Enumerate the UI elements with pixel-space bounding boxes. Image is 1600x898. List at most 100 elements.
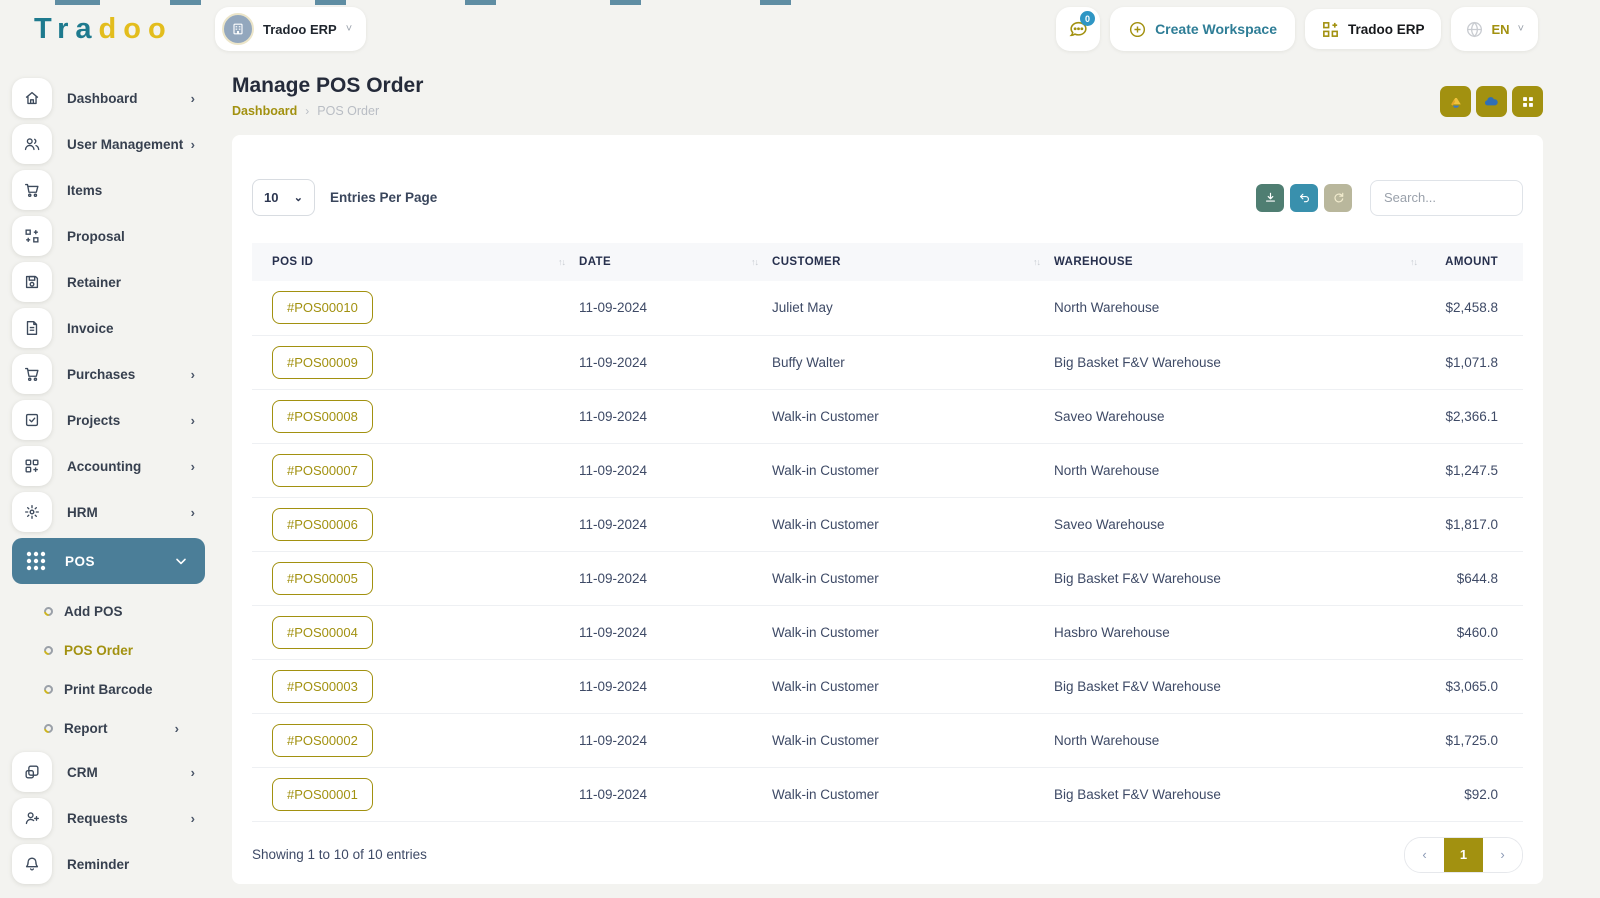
column-header-date[interactable]: DATE <box>579 256 611 268</box>
date-cell: 11-09-2024 <box>579 497 772 552</box>
chat-badge: 0 <box>1080 11 1096 26</box>
refresh-button[interactable] <box>1324 183 1352 212</box>
date-cell: 11-09-2024 <box>579 389 772 444</box>
chevron-right-icon: › <box>190 810 195 826</box>
customer-cell: Walk-in Customer <box>772 605 1054 660</box>
sidebar-subitem-report[interactable]: Report › <box>0 709 215 748</box>
undo-button[interactable] <box>1290 183 1318 212</box>
customer-cell: Walk-in Customer <box>772 551 1054 606</box>
page-number-button[interactable]: 1 <box>1444 837 1483 872</box>
sidebar-item-items[interactable]: Items <box>0 170 215 210</box>
pos-id-badge[interactable]: #POS00008 <box>272 399 373 433</box>
customer-cell: Walk-in Customer <box>772 443 1054 498</box>
chevron-right-icon: › <box>174 721 179 736</box>
chevron-right-icon: › <box>190 504 195 520</box>
pos-id-badge[interactable]: #POS00010 <box>272 291 373 325</box>
sidebar-item-projects[interactable]: Projects › <box>0 400 215 440</box>
refresh-icon <box>1332 191 1345 204</box>
apps-grid-button[interactable] <box>1512 86 1543 117</box>
date-cell: 11-09-2024 <box>579 551 772 606</box>
date-cell: 11-09-2024 <box>579 713 772 768</box>
workspace-selector[interactable]: Tradoo ERP ˅ <box>215 7 367 51</box>
column-header-customer[interactable]: CUSTOMER <box>772 256 841 268</box>
globe-icon <box>1465 20 1484 39</box>
next-page-button[interactable]: › <box>1483 837 1522 872</box>
warehouse-cell: Big Basket F&V Warehouse <box>1054 767 1431 822</box>
sort-icon[interactable]: ↑↓ <box>1033 257 1041 267</box>
warehouse-cell: North Warehouse <box>1054 713 1431 768</box>
sidebar-item-purchases[interactable]: Purchases › <box>0 354 215 394</box>
table-row: #POS00002 11-09-2024 Walk-in Customer No… <box>252 713 1523 768</box>
sidebar-item-hrm[interactable]: HRM › <box>0 492 215 532</box>
sidebar-item-invoice[interactable]: Invoice <box>0 308 215 348</box>
pos-id-badge[interactable]: #POS00003 <box>272 669 373 703</box>
apps-grid-icon <box>1521 95 1535 109</box>
sidebar-subitem-print-barcode[interactable]: Print Barcode <box>0 670 215 709</box>
warehouse-cell: Big Basket F&V Warehouse <box>1054 659 1431 714</box>
sidebar-subitem-add-pos[interactable]: Add POS <box>0 592 215 631</box>
pos-order-card: 10 ⌄ Entries Per Page Search... POS ID ↑… <box>232 135 1543 884</box>
breadcrumb-dashboard-link[interactable]: Dashboard <box>232 104 297 118</box>
page-title: Manage POS Order <box>232 74 424 97</box>
chevron-down-icon <box>173 553 189 569</box>
pos-id-badge[interactable]: #POS00004 <box>272 615 373 649</box>
sort-icon[interactable]: ↑↓ <box>1410 257 1418 267</box>
pos-id-badge[interactable]: #POS00006 <box>272 507 373 541</box>
sidebar-item-dashboard[interactable]: Dashboard › <box>0 78 215 118</box>
previous-page-button[interactable]: ‹ <box>1405 837 1444 872</box>
create-workspace-button[interactable]: Create Workspace <box>1110 7 1295 51</box>
column-header-warehouse[interactable]: WAREHOUSE <box>1054 256 1133 268</box>
customer-cell: Walk-in Customer <box>772 767 1054 822</box>
chat-button[interactable]: 0 <box>1056 7 1101 51</box>
cloud-icon <box>1483 93 1500 110</box>
accounting-icon <box>12 446 52 486</box>
chevron-right-icon: › <box>190 90 195 106</box>
home-icon <box>12 78 52 118</box>
language-code: EN <box>1491 21 1510 37</box>
topbar: Tradoo Tradoo ERP ˅ 0 Create Workspace T… <box>0 0 1600 58</box>
sort-icon[interactable]: ↑↓ <box>558 257 566 267</box>
pos-id-badge[interactable]: #POS00001 <box>272 777 373 811</box>
breadcrumb: Dashboard › POS Order <box>232 104 423 118</box>
logo-text-teal: Tra <box>34 12 99 45</box>
sidebar-item-accounting[interactable]: Accounting › <box>0 446 215 486</box>
download-button[interactable] <box>1256 183 1284 212</box>
pos-id-badge[interactable]: #POS00009 <box>272 345 373 379</box>
amount-cell: $1,247.5 <box>1431 443 1523 498</box>
pos-id-badge[interactable]: #POS00007 <box>272 453 373 487</box>
table-row: #POS00008 11-09-2024 Walk-in Customer Sa… <box>252 389 1523 444</box>
sidebar-item-retainer[interactable]: Retainer <box>0 262 215 302</box>
download-icon <box>1264 191 1277 204</box>
cloud-export-button[interactable] <box>1476 86 1507 117</box>
customer-cell: Walk-in Customer <box>772 659 1054 714</box>
pagination: ‹ 1 › <box>1404 836 1523 873</box>
sidebar-item-proposal[interactable]: Proposal <box>0 216 215 256</box>
column-header-pos-id[interactable]: POS ID <box>272 256 313 268</box>
chevron-right-icon: › <box>190 458 195 474</box>
sort-icon[interactable]: ↑↓ <box>751 257 759 267</box>
entries-per-page-select[interactable]: 10 ⌄ <box>252 179 315 216</box>
table-row: #POS00001 11-09-2024 Walk-in Customer Bi… <box>252 767 1523 822</box>
sidebar-subitem-pos-order[interactable]: POS Order <box>0 631 215 670</box>
users-icon <box>12 124 52 164</box>
date-cell: 11-09-2024 <box>579 659 772 714</box>
chevron-down-icon: ˅ <box>345 23 353 35</box>
search-input[interactable] <box>1370 179 1523 216</box>
amount-cell: $1,817.0 <box>1431 497 1523 552</box>
sidebar-item-requests[interactable]: Requests › <box>0 798 215 838</box>
pos-id-badge[interactable]: #POS00005 <box>272 561 373 595</box>
drive-export-button[interactable] <box>1440 86 1471 117</box>
pos-id-badge[interactable]: #POS00002 <box>272 723 373 757</box>
sidebar-item-reminder[interactable]: Reminder <box>0 844 215 884</box>
erp-workspace-button[interactable]: Tradoo ERP <box>1304 9 1441 49</box>
language-selector[interactable]: EN ˅ <box>1450 7 1538 51</box>
column-header-amount[interactable]: AMOUNT <box>1445 256 1498 268</box>
sidebar-item-user-management[interactable]: User Management › <box>0 124 215 164</box>
sidebar-item-pos[interactable]: POS <box>12 538 205 584</box>
amount-cell: $460.0 <box>1431 605 1523 660</box>
sidebar-item-crm[interactable]: CRM › <box>0 752 215 792</box>
warehouse-cell: North Warehouse <box>1054 281 1431 336</box>
table-row: #POS00007 11-09-2024 Walk-in Customer No… <box>252 443 1523 498</box>
main-content: Manage POS Order Dashboard › POS Order 1… <box>215 58 1600 898</box>
entries-summary: Showing 1 to 10 of 10 entries <box>252 847 427 862</box>
